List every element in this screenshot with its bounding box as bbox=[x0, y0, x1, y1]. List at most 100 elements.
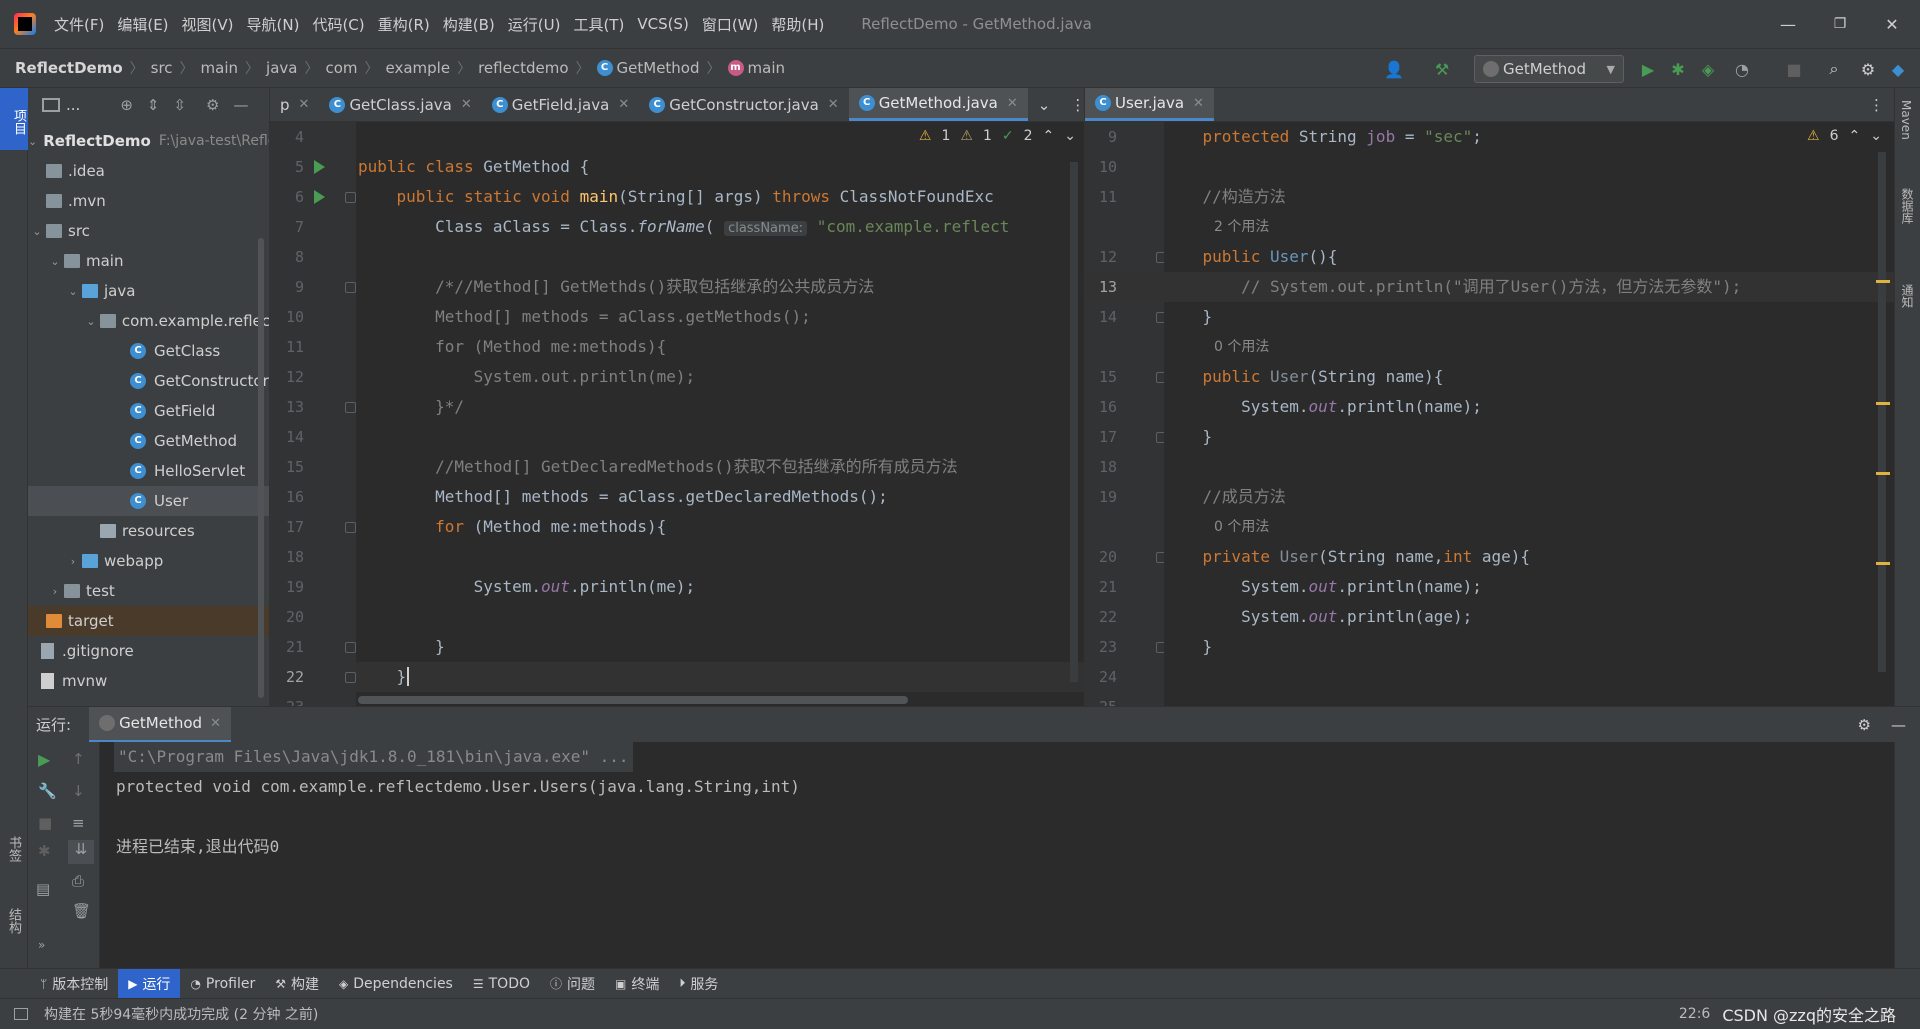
stripe-database-tab[interactable]: 数据库 bbox=[1899, 188, 1916, 224]
error-stripe-mark[interactable] bbox=[1876, 562, 1890, 565]
close-icon[interactable]: ✕ bbox=[210, 716, 221, 731]
breadcrumb-main[interactable]: main bbox=[201, 59, 238, 77]
tree-item-test[interactable]: › test bbox=[28, 576, 269, 606]
stop-icon[interactable]: ■ bbox=[38, 814, 52, 832]
menu-code[interactable]: 代码(C) bbox=[312, 14, 364, 35]
close-button[interactable]: ✕ bbox=[1866, 0, 1918, 48]
layout-toggle-icon[interactable] bbox=[14, 1008, 28, 1020]
tab-getconstructor[interactable]: C GetConstructor.java ✕ bbox=[639, 88, 848, 121]
collapse-all-icon[interactable]: ⇳ bbox=[173, 96, 186, 114]
tool-profiler[interactable]: ◔ Profiler bbox=[180, 969, 265, 999]
debug-icon[interactable]: ✱ bbox=[38, 842, 51, 860]
error-stripe-mark[interactable] bbox=[1876, 280, 1890, 283]
tree-item-mvnw[interactable]: mvnw bbox=[28, 666, 269, 696]
tab-overflow[interactable]: ⌄ bbox=[1028, 88, 1061, 121]
tool-problems[interactable]: ⓘ 问题 bbox=[540, 969, 605, 999]
tree-item-webapp[interactable]: › webapp bbox=[28, 546, 269, 576]
tree-item-src[interactable]: ⌄ src bbox=[28, 216, 269, 246]
breadcrumb-main-method[interactable]: m main bbox=[727, 59, 785, 77]
tool-run[interactable]: ▶ 运行 bbox=[118, 968, 181, 999]
tab-user[interactable]: C User.java ✕ bbox=[1085, 88, 1214, 121]
breadcrumb-java[interactable]: java bbox=[266, 59, 297, 77]
horizontal-scrollbar[interactable] bbox=[358, 696, 908, 704]
tab-more[interactable]: ⋮ bbox=[1060, 88, 1084, 121]
caret-position[interactable]: 22:6 bbox=[1679, 1006, 1710, 1022]
project-scrollbar[interactable] bbox=[258, 238, 264, 698]
plugin-icon[interactable]: ◆ bbox=[1886, 57, 1910, 81]
chevron-down-icon[interactable]: ⌄ bbox=[1870, 128, 1882, 144]
user-icon[interactable]: 👤 bbox=[1382, 57, 1406, 81]
tool-build[interactable]: ⚒ 构建 bbox=[265, 969, 329, 999]
arrow-up-icon[interactable]: ↑ bbox=[72, 750, 85, 768]
menu-tools[interactable]: 工具(T) bbox=[573, 14, 624, 35]
project-view-select[interactable]: ... bbox=[66, 96, 80, 114]
run-icon[interactable]: ▶ bbox=[1636, 57, 1660, 81]
close-icon[interactable]: ✕ bbox=[299, 97, 310, 112]
gear-icon[interactable]: ⚙ bbox=[206, 96, 219, 114]
print-icon[interactable]: ⎙ bbox=[72, 872, 84, 890]
stop-icon[interactable]: ■ bbox=[1782, 57, 1806, 81]
tool-terminal[interactable]: ▣ 终端 bbox=[605, 969, 669, 999]
tree-item-idea[interactable]: .idea bbox=[28, 156, 269, 186]
fold-icon[interactable] bbox=[345, 192, 356, 203]
tool-dependencies[interactable]: ◈ Dependencies bbox=[329, 969, 463, 999]
chevron-up-icon[interactable]: ⌃ bbox=[1043, 128, 1055, 144]
tool-services[interactable]: ⏵ 服务 bbox=[669, 969, 728, 999]
scroll-to-end-icon[interactable]: ⇊ bbox=[68, 840, 94, 864]
menu-run[interactable]: 运行(U) bbox=[508, 14, 561, 35]
menu-help[interactable]: 帮助(H) bbox=[771, 14, 824, 35]
arrow-down-icon[interactable]: ↓ bbox=[72, 782, 85, 800]
soft-wrap-icon[interactable]: ≡ bbox=[72, 814, 85, 832]
gear-icon[interactable]: ⚙ bbox=[1858, 716, 1871, 734]
fold-icon[interactable] bbox=[345, 402, 356, 413]
inspection-widget[interactable]: ⚠ 6 ⌃ ⌄ bbox=[1807, 128, 1882, 144]
tab-getclass[interactable]: C GetClass.java ✕ bbox=[319, 88, 481, 121]
breadcrumb-com[interactable]: com bbox=[325, 59, 357, 77]
locate-icon[interactable]: ⊕ bbox=[120, 96, 133, 114]
debug-icon[interactable]: ✱ bbox=[1666, 57, 1690, 81]
tool-todo[interactable]: ☰ TODO bbox=[463, 969, 540, 999]
build-hammer-icon[interactable]: ⚒ bbox=[1430, 57, 1454, 81]
inspection-widget[interactable]: ⚠ 1 ⚠ 1 ✓ 2 ⌃ ⌄ bbox=[919, 128, 1076, 144]
more-icon[interactable]: ⋮ bbox=[1869, 88, 1894, 121]
breadcrumb-project[interactable]: ReflectDemo bbox=[15, 59, 123, 77]
menu-file[interactable]: 文件(F) bbox=[54, 14, 104, 35]
chevron-up-icon[interactable]: ⌃ bbox=[1849, 128, 1861, 144]
hide-icon[interactable]: — bbox=[1891, 716, 1906, 734]
menu-view[interactable]: 视图(V) bbox=[182, 14, 234, 35]
tree-item-helloservlet[interactable]: C HelloServlet bbox=[28, 456, 269, 486]
close-icon[interactable]: ✕ bbox=[1193, 96, 1204, 111]
close-icon[interactable]: ✕ bbox=[828, 97, 839, 112]
coverage-icon[interactable]: ◈ bbox=[1696, 57, 1720, 81]
vertical-scrollbar[interactable] bbox=[1878, 152, 1886, 672]
search-icon[interactable]: ⌕ bbox=[1822, 57, 1846, 81]
close-icon[interactable]: ✕ bbox=[461, 97, 472, 112]
intellij-logo-icon[interactable] bbox=[14, 13, 36, 35]
fold-icon[interactable] bbox=[345, 672, 356, 683]
usage-hint[interactable]: 0 个用法 bbox=[1214, 512, 1269, 542]
tree-item-getfield[interactable]: C GetField bbox=[28, 396, 269, 426]
tab-partial[interactable]: p ✕ bbox=[270, 88, 319, 121]
tree-item-getmethod[interactable]: C GetMethod bbox=[28, 426, 269, 456]
tree-item-main[interactable]: ⌄ main bbox=[28, 246, 269, 276]
menu-build[interactable]: 构建(B) bbox=[443, 14, 495, 35]
menu-navigate[interactable]: 导航(N) bbox=[247, 14, 300, 35]
usage-hint[interactable]: 0 个用法 bbox=[1214, 332, 1269, 362]
fold-icon[interactable] bbox=[345, 642, 356, 653]
vertical-scrollbar[interactable] bbox=[1070, 162, 1078, 682]
stripe-project-tab[interactable]: 项目 bbox=[0, 88, 28, 150]
minimize-button[interactable]: — bbox=[1762, 0, 1814, 48]
usage-hint[interactable]: 2 个用法 bbox=[1214, 212, 1269, 242]
tree-item-user[interactable]: C User bbox=[28, 486, 269, 516]
rerun-icon[interactable]: ▶ bbox=[38, 750, 50, 769]
breadcrumb-getmethod[interactable]: C GetMethod bbox=[596, 59, 700, 77]
chevron-down-icon[interactable]: ⌄ bbox=[1064, 128, 1076, 144]
menu-edit[interactable]: 编辑(E) bbox=[117, 14, 168, 35]
right-code-editor[interactable]: ⚠ 6 ⌃ ⌄ protected String job = "sec"; //构造… bbox=[1164, 122, 1894, 706]
menu-refactor[interactable]: 重构(R) bbox=[378, 14, 430, 35]
menu-window[interactable]: 窗口(W) bbox=[702, 14, 759, 35]
left-code-editor[interactable]: ⚠ 1 ⚠ 1 ✓ 2 ⌃ ⌄ public class GetMethod { pub… bbox=[356, 122, 1084, 706]
tree-item-mvn[interactable]: .mvn bbox=[28, 186, 269, 216]
run-console[interactable]: "C:\Program Files\Java\jdk1.8.0_181\bin\… bbox=[100, 742, 1894, 968]
breadcrumb-reflectdemo[interactable]: reflectdemo bbox=[478, 59, 568, 77]
